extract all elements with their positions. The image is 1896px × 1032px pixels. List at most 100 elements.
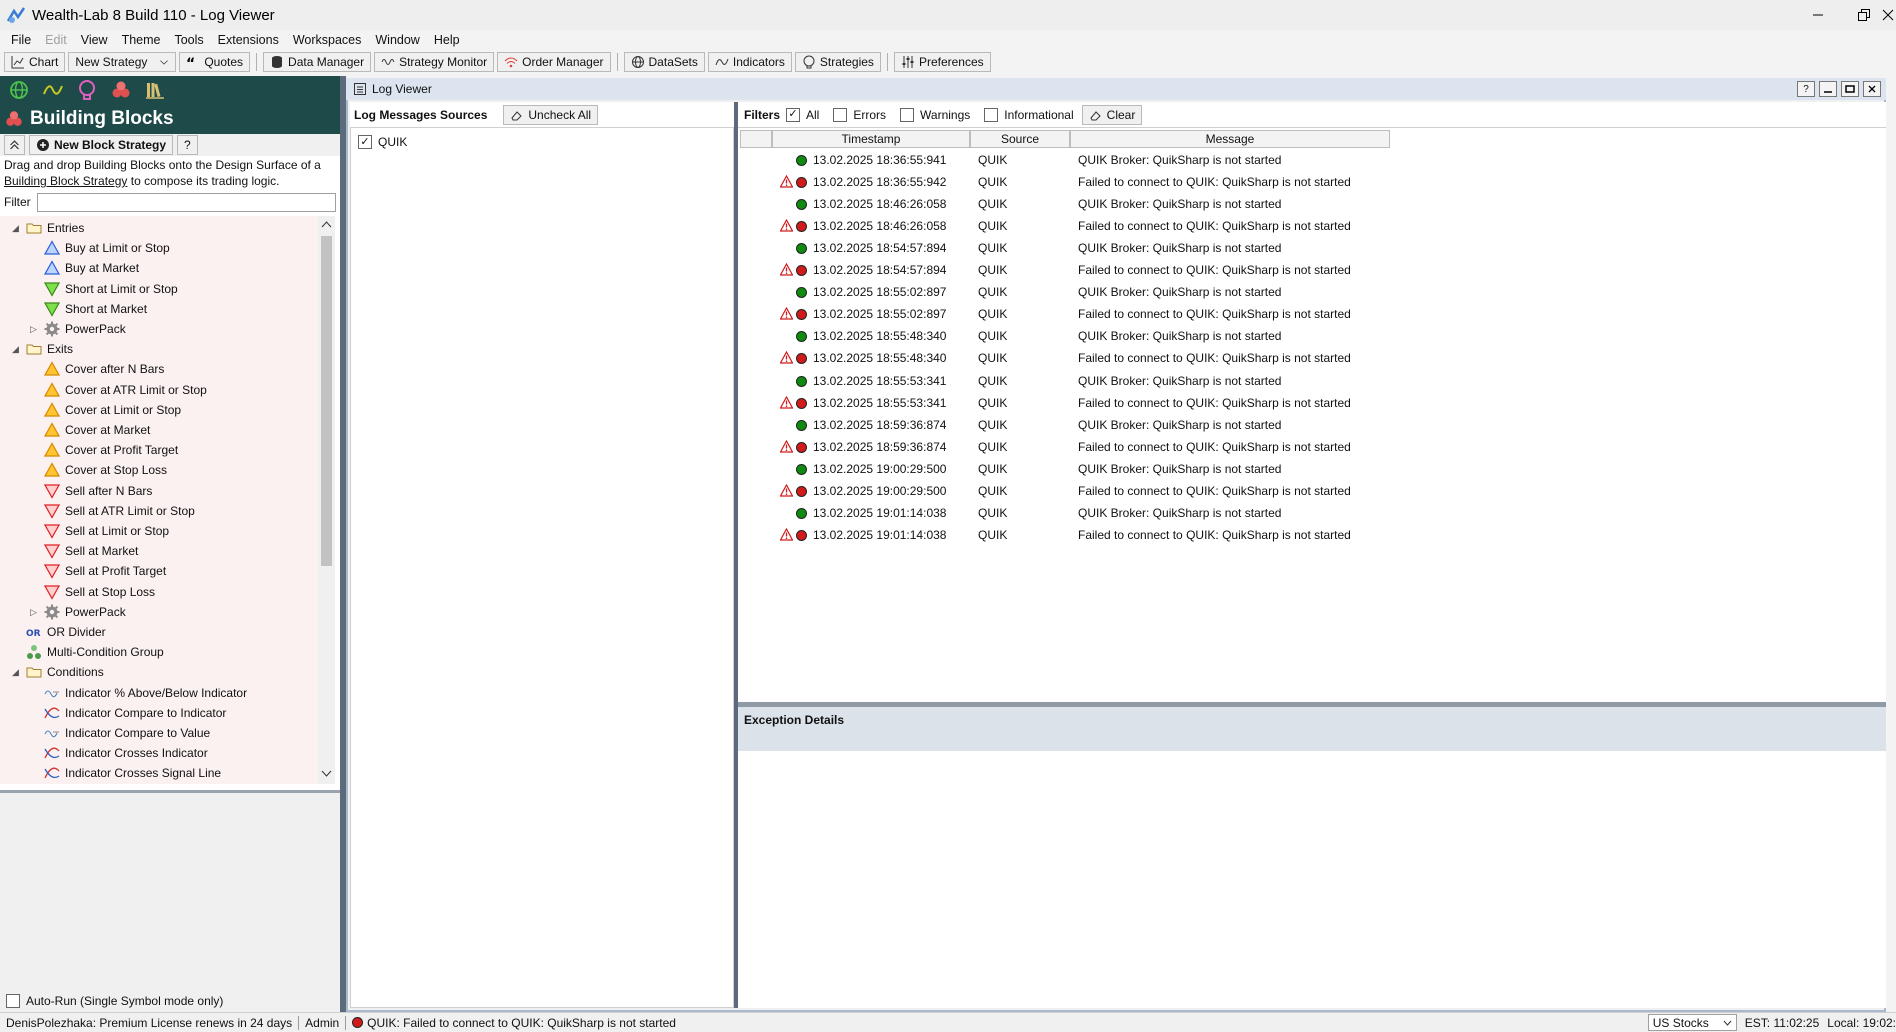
menu-window[interactable]: Window [368,33,426,47]
log-row[interactable]: 13.02.2025 18:55:53:341 QUIK QUIK Broker: … [740,371,1500,393]
tree-item[interactable]: Indicator Crosses Indicator [44,743,208,763]
log-row[interactable]: 13.02.2025 18:36:55:941 QUIK QUIK Broker: … [740,150,1500,172]
log-row[interactable]: 13.02.2025 19:00:29:500 QUIK Failed to con… [740,481,1500,503]
building-block-strategy-link[interactable]: Building Block Strategy [4,174,127,188]
help-button[interactable]: ? [177,135,198,155]
expand-toggle-icon[interactable]: ◢ [12,344,19,355]
menu-theme[interactable]: Theme [115,33,168,47]
source-item-quik[interactable]: ✓ QUIK [358,135,407,149]
log-row[interactable]: 13.02.2025 18:54:57:894 QUIK Failed to con… [740,260,1500,282]
tree-item[interactable]: Sell at Limit or Stop [44,521,169,541]
scrollbar-thumb[interactable] [321,236,332,566]
tree-item[interactable]: Buy at Limit or Stop [44,238,170,258]
preferences-button[interactable]: Preferences [893,52,991,72]
tree-item[interactable]: Buy at Market [44,258,139,278]
data-manager-button[interactable]: Data Manager [263,52,372,72]
building-blocks-icon[interactable] [110,79,132,101]
tree-folder-exits[interactable]: Exits [26,339,73,359]
tree-folder-entries[interactable]: Entries [26,218,84,238]
filter-info-checkbox[interactable] [984,107,999,122]
column-header-message[interactable]: Message [1070,130,1390,148]
minimize-button[interactable] [1795,0,1841,30]
filter-all-checkbox[interactable]: ✓ [786,107,801,122]
scroll-up-icon[interactable] [321,219,332,230]
tree-folder-powerpack[interactable]: PowerPack [44,319,126,339]
tree-item[interactable]: Sell at Stop Loss [44,582,155,602]
tree-item[interactable]: Indicator Compare to Value [44,723,210,743]
tree-item[interactable]: Cover at Stop Loss [44,460,167,480]
log-row[interactable]: 13.02.2025 18:46:26:058 QUIK Failed to con… [740,216,1500,238]
menu-file[interactable]: File [4,33,38,47]
new-strategy-dropdown[interactable]: New Strategy [68,52,177,72]
log-row[interactable]: 13.02.2025 18:46:26:058 QUIK QUIK Broker: … [740,194,1500,216]
log-row[interactable]: 13.02.2025 19:01:14:038 QUIK QUIK Broker: … [740,503,1500,525]
window-close-button[interactable] [1863,81,1881,97]
tree-item[interactable]: Cover at Profit Target [44,440,178,460]
menu-view[interactable]: View [74,33,115,47]
strategy-monitor-button[interactable]: Strategy Monitor [374,52,495,72]
log-row[interactable]: 13.02.2025 18:59:36:874 QUIK QUIK Broker: … [740,415,1500,437]
tree-item-multi-condition[interactable]: Multi-Condition Group [26,642,164,662]
tree-item[interactable]: Short at Market [44,299,147,319]
tree-item-or-divider[interactable]: OR OR Divider [26,622,106,642]
tree-scrollbar[interactable] [318,216,335,784]
log-row[interactable]: 13.02.2025 19:00:29:500 QUIK QUIK Broker: … [740,459,1500,481]
window-minimize-button[interactable] [1819,81,1837,97]
log-row[interactable]: 13.02.2025 18:55:48:340 QUIK Failed to con… [740,348,1500,370]
datasets-button[interactable]: DataSets [623,52,705,72]
expand-toggle-icon[interactable]: ▷ [30,324,37,335]
globe-icon[interactable] [8,79,30,101]
close-button[interactable] [1880,0,1896,30]
tree-item[interactable]: Cover at ATR Limit or Stop [44,380,207,400]
scroll-down-icon[interactable] [321,768,332,779]
tree-item[interactable]: Sell at ATR Limit or Stop [44,501,195,521]
log-row[interactable]: 13.02.2025 18:55:48:340 QUIK QUIK Broker: … [740,326,1500,348]
tree-item[interactable]: Indicator Crosses Signal Line [44,763,221,783]
chart-button[interactable]: Chart [4,52,66,72]
menu-workspaces[interactable]: Workspaces [286,33,369,47]
tree-item[interactable]: Sell at Profit Target [44,561,166,581]
menu-help[interactable]: Help [427,33,467,47]
tree-item[interactable]: Short at Limit or Stop [44,279,178,299]
indicator-wave-icon[interactable] [42,79,64,101]
window-maximize-button[interactable] [1841,81,1859,97]
filter-input[interactable] [36,192,336,212]
log-row[interactable]: 13.02.2025 18:54:57:894 QUIK QUIK Broker: … [740,238,1500,260]
log-row[interactable]: 13.02.2025 18:59:36:874 QUIK Failed to con… [740,437,1500,459]
menu-edit[interactable]: Edit [38,33,74,47]
tree-item[interactable]: Sell after N Bars [44,481,152,501]
log-row[interactable]: 13.02.2025 18:36:55:942 QUIK Failed to con… [740,172,1500,194]
log-row[interactable]: 13.02.2025 18:55:53:341 QUIK Failed to con… [740,393,1500,415]
menu-extensions[interactable]: Extensions [211,33,286,47]
tree-folder-conditions[interactable]: Conditions [26,662,104,682]
strategies-button[interactable]: Strategies [794,52,881,72]
tree-item[interactable]: Indicator Compare to Indicator [44,703,226,723]
tree-item[interactable]: Cover after N Bars [44,359,164,379]
new-block-strategy-button[interactable]: New Block Strategy [29,135,174,155]
log-row[interactable]: 13.02.2025 18:55:02:897 QUIK Failed to con… [740,304,1500,326]
indicators-button[interactable]: Indicators [707,52,792,72]
expand-toggle-icon[interactable]: ◢ [12,223,19,234]
log-row[interactable]: 13.02.2025 18:55:02:897 QUIK QUIK Broker: … [740,282,1500,304]
column-header-icons[interactable] [740,130,772,148]
status-message[interactable]: QUIK: Failed to connect to QUIK: QuikSha… [367,1016,676,1030]
quotes-button[interactable]: “Quotes [179,52,251,72]
column-header-timestamp[interactable]: Timestamp [772,130,970,148]
order-manager-button[interactable]: Order Manager [497,52,611,72]
source-checkbox[interactable]: ✓ [358,135,372,149]
tree-item[interactable]: Cover at Market [44,420,150,440]
menu-tools[interactable]: Tools [167,33,210,47]
collapse-all-button[interactable] [4,135,25,155]
window-help-button[interactable]: ? [1797,81,1815,97]
tree-item[interactable]: Indicator % Above/Below Indicator [44,683,247,703]
expand-toggle-icon[interactable]: ◢ [12,667,19,678]
clear-button[interactable]: Clear [1081,104,1143,125]
tree-item[interactable]: Cover at Limit or Stop [44,400,181,420]
tree-folder-powerpack[interactable]: PowerPack [44,602,126,622]
brain-icon[interactable] [76,79,98,101]
library-icon[interactable] [144,79,166,101]
filter-errors-checkbox[interactable] [833,107,848,122]
autorun-checkbox[interactable] [6,994,20,1008]
tree-item[interactable]: Sell at Market [44,541,138,561]
filter-warnings-checkbox[interactable] [900,107,915,122]
